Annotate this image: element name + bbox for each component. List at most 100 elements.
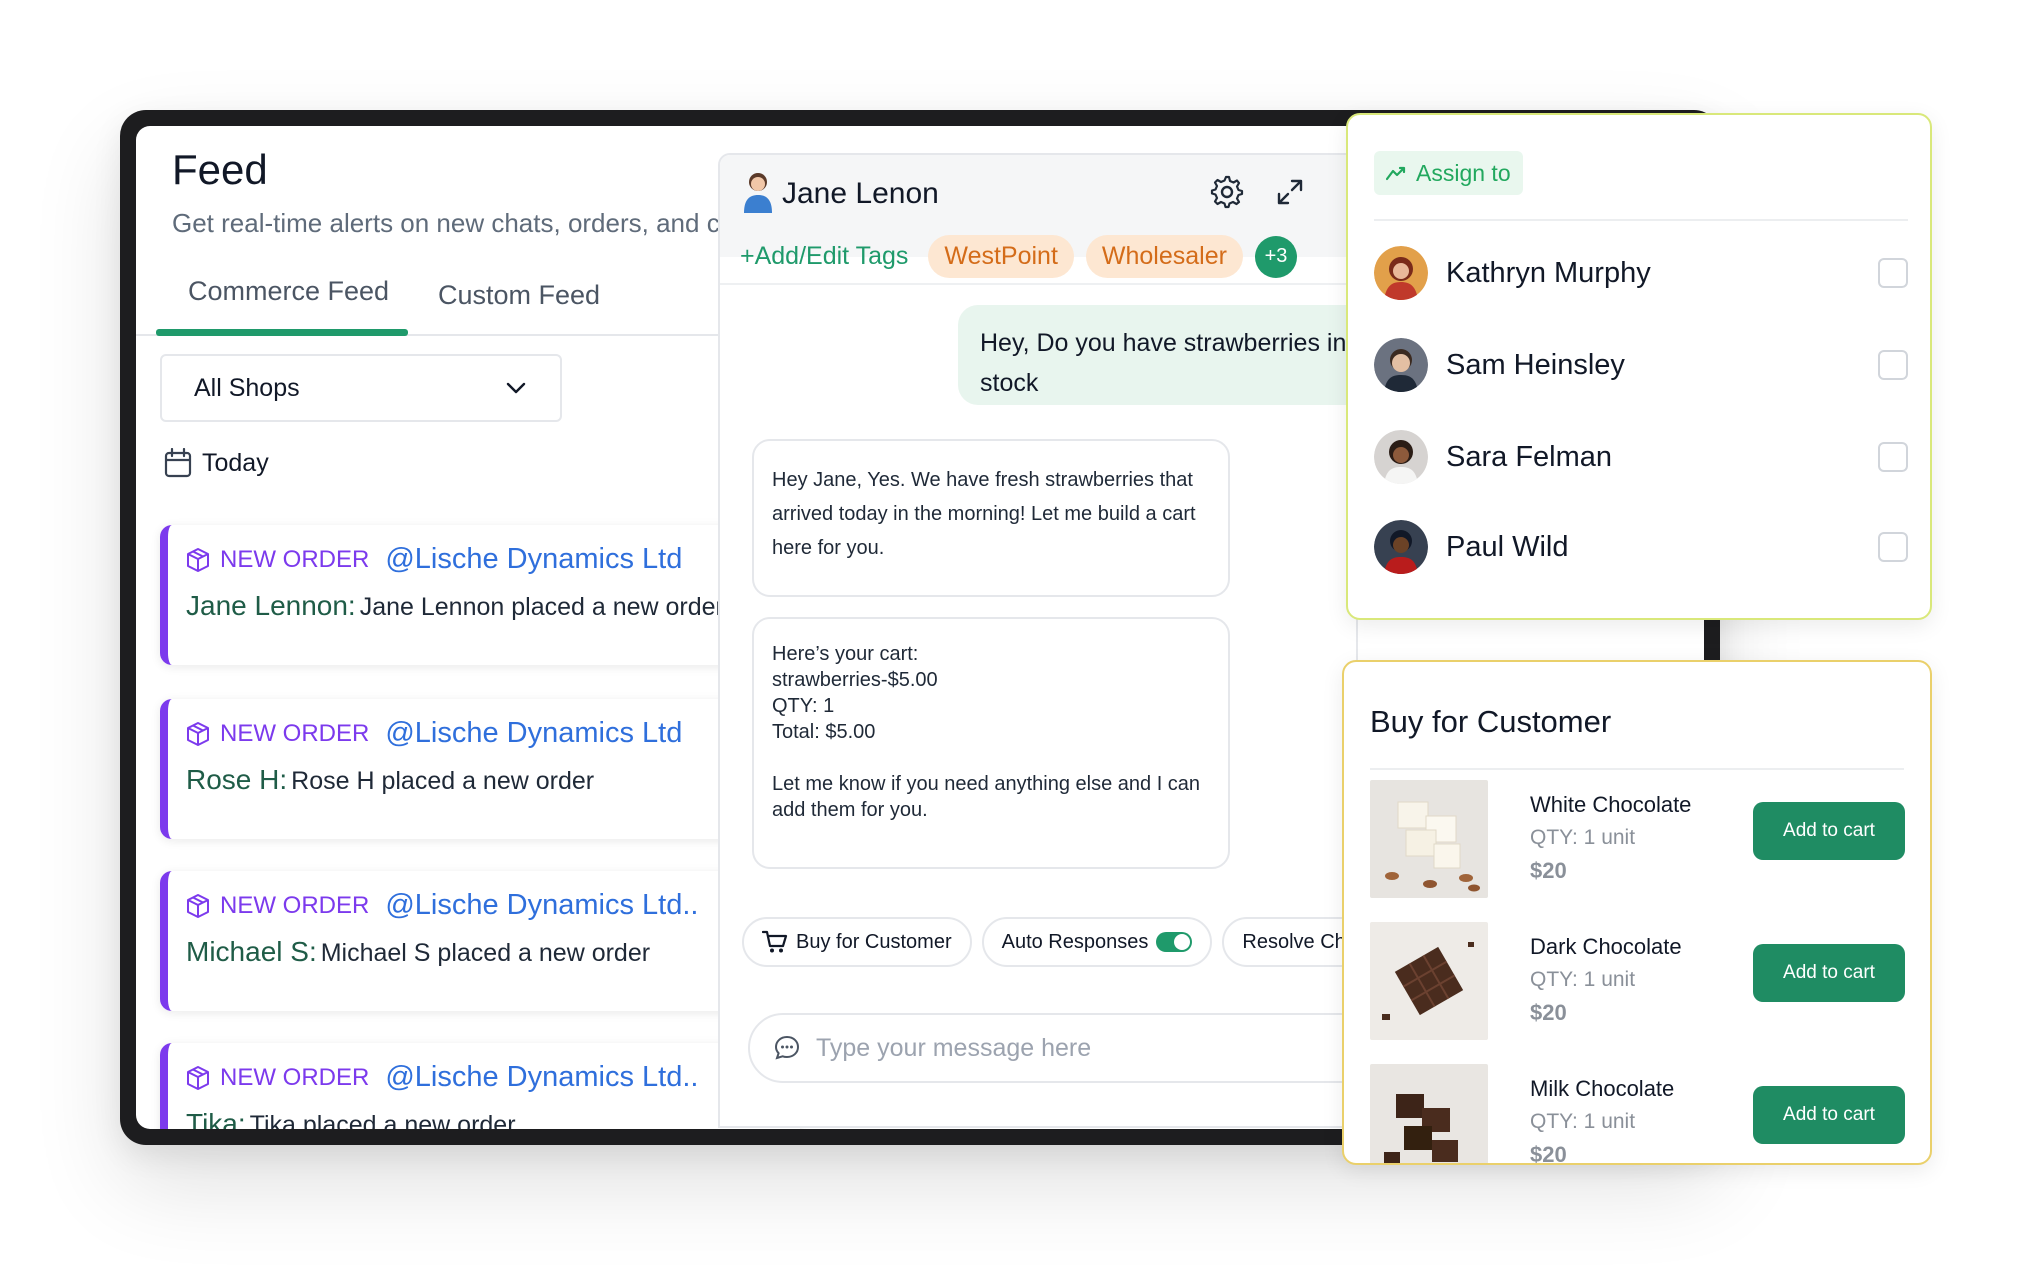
- assign-to-button[interactable]: Assign to: [1374, 151, 1523, 195]
- assignee-row[interactable]: Paul Wild: [1374, 519, 1908, 575]
- order-type-label: NEW ORDER: [220, 891, 370, 919]
- auto-responses-toggle[interactable]: [1156, 932, 1193, 952]
- product-info: Milk Chocolate QTY: 1 unit $20: [1530, 1076, 1674, 1165]
- cart-line: Total: $5.00: [772, 721, 876, 743]
- add-tags-button[interactable]: +Add/Edit Tags: [740, 242, 908, 271]
- shop-link[interactable]: @Lische Dynamics Ltd..: [385, 1061, 698, 1094]
- card-text: Jane Lennon placed a new order: [359, 593, 724, 621]
- cart-line: strawberries-$5.00: [772, 669, 938, 691]
- buy-panel-title: Buy for Customer: [1370, 704, 1612, 739]
- order-type-label: NEW ORDER: [220, 719, 370, 747]
- customer-name: Rose H:: [186, 764, 288, 795]
- assignee-checkbox[interactable]: [1878, 258, 1908, 288]
- avatar: [1374, 520, 1428, 574]
- feed-card[interactable]: NEW ORDER @Lische Dynamics Ltd.. Michael…: [160, 871, 800, 1011]
- buy-divider: [1370, 768, 1904, 770]
- tag-westpoint[interactable]: WestPoint: [928, 235, 1074, 278]
- expand-icon[interactable]: [1275, 177, 1305, 207]
- card-header: NEW ORDER @Lische Dynamics Ltd: [186, 543, 800, 576]
- feed-card[interactable]: NEW ORDER @Lische Dynamics Ltd Rose H: Ro…: [160, 699, 800, 839]
- avatar: [1374, 338, 1428, 392]
- shop-select[interactable]: All Shops: [160, 354, 562, 422]
- assign-panel: Assign to Kathryn Murphy Sam Heinsley Sa…: [1346, 113, 1932, 620]
- card-body: Rose H: Rose H placed a new order: [186, 764, 800, 796]
- add-to-cart-button[interactable]: Add to cart: [1753, 1086, 1905, 1144]
- product-row: White Chocolate QTY: 1 unit $20 Add to c…: [1370, 780, 1910, 898]
- tag-wholesaler[interactable]: Wholesaler: [1085, 235, 1243, 278]
- assignee-checkbox[interactable]: [1878, 442, 1908, 472]
- product-info: White Chocolate QTY: 1 unit $20: [1530, 792, 1691, 884]
- product-price: $20: [1530, 1142, 1567, 1165]
- date-group: Today: [164, 448, 269, 478]
- product-row: Milk Chocolate QTY: 1 unit $20 Add to ca…: [1370, 1064, 1910, 1165]
- outgoing-message: Hey, Do you have strawberries in stock: [958, 305, 1356, 405]
- product-price: $20: [1530, 1000, 1567, 1025]
- feed-card[interactable]: NEW ORDER @Lische Dynamics Ltd Jane Lenn…: [160, 525, 800, 665]
- order-type-label: NEW ORDER: [220, 545, 370, 573]
- white-chocolate-image: [1370, 780, 1488, 898]
- buy-for-customer-button[interactable]: Buy for Customer: [742, 917, 972, 967]
- assignee-checkbox[interactable]: [1878, 532, 1908, 562]
- cart-line: QTY: 1: [772, 695, 835, 717]
- card-body: Michael S: Michael S placed a new order: [186, 936, 800, 968]
- product-qty: QTY: 1 unit: [1530, 826, 1636, 849]
- product-row: Dark Chocolate QTY: 1 unit $20 Add to ca…: [1370, 922, 1910, 1040]
- card-header: NEW ORDER @Lische Dynamics Ltd..: [186, 1061, 800, 1094]
- card-header: NEW ORDER @Lische Dynamics Ltd: [186, 717, 800, 750]
- trend-icon: [1386, 166, 1406, 181]
- assignee-checkbox[interactable]: [1878, 350, 1908, 380]
- auto-responses-button[interactable]: Auto Responses: [981, 917, 1213, 967]
- calendar-icon: [164, 448, 192, 478]
- chevron-down-icon: [506, 382, 526, 394]
- assignee-name: Sam Heinsley: [1446, 348, 1625, 381]
- package-icon: [187, 893, 209, 918]
- message-placeholder: Type your message here: [816, 1033, 1092, 1062]
- shop-select-value: All Shops: [194, 373, 300, 402]
- tab-custom-feed[interactable]: Custom Feed: [438, 280, 600, 311]
- assign-divider: [1374, 219, 1908, 221]
- assignee-name: Sara Felman: [1446, 440, 1613, 473]
- cart-line: Here’s your cart:: [772, 643, 919, 665]
- product-qty: QTY: 1 unit: [1530, 1110, 1636, 1133]
- date-label: Today: [202, 448, 269, 477]
- package-icon: [187, 1065, 209, 1090]
- card-header: NEW ORDER @Lische Dynamics Ltd..: [186, 889, 800, 922]
- more-tags-badge[interactable]: +3: [1254, 235, 1297, 278]
- page-subtitle: Get real-time alerts on new chats, order…: [172, 208, 735, 238]
- add-to-cart-button[interactable]: Add to cart: [1753, 944, 1905, 1002]
- cart-message: Here’s your cart: strawberries-$5.00 QTY…: [752, 617, 1230, 869]
- chat-panel: Jane Lenon +Add/Edit Tags WestPoint Whol…: [718, 153, 1358, 1128]
- assignee-name: Paul Wild: [1446, 530, 1569, 563]
- card-body: Jane Lennon: Jane Lennon placed a new ord…: [186, 590, 800, 622]
- auto-responses-label: Auto Responses: [1001, 930, 1149, 953]
- assignee-row[interactable]: Sara Felman: [1374, 429, 1908, 485]
- resolve-chat-button[interactable]: Resolve Chat: [1222, 917, 1356, 967]
- assign-to-label: Assign to: [1416, 159, 1511, 186]
- avatar: [1374, 430, 1428, 484]
- tags-row: +Add/Edit Tags WestPoint Wholesaler +3: [740, 235, 1297, 278]
- customer-name: Tika:: [186, 1108, 246, 1129]
- add-to-cart-button[interactable]: Add to cart: [1753, 802, 1905, 860]
- product-info: Dark Chocolate QTY: 1 unit $20: [1530, 934, 1682, 1026]
- gear-icon[interactable]: [1210, 175, 1244, 209]
- cart-line: Let me know if you need anything else an…: [772, 773, 1201, 821]
- assignee-row[interactable]: Kathryn Murphy: [1374, 245, 1908, 301]
- cart-spacer: [772, 745, 1210, 771]
- active-tab-indicator: [156, 329, 408, 336]
- chat-bubble-icon: [774, 1035, 800, 1060]
- contact-name: Jane Lenon: [782, 177, 939, 210]
- shop-link[interactable]: @Lische Dynamics Ltd..: [385, 889, 698, 922]
- assignee-name: Kathryn Murphy: [1446, 256, 1651, 289]
- contact-avatar: [744, 173, 772, 213]
- incoming-message: Hey Jane, Yes. We have fresh strawberrie…: [752, 439, 1230, 597]
- product-price: $20: [1530, 858, 1567, 883]
- card-body: Tika: Tika placed a new order: [186, 1108, 800, 1129]
- message-input[interactable]: Type your message here: [748, 1013, 1356, 1083]
- tab-commerce-feed[interactable]: Commerce Feed: [188, 276, 389, 307]
- assignee-row[interactable]: Sam Heinsley: [1374, 337, 1908, 393]
- shop-link[interactable]: @Lische Dynamics Ltd: [385, 543, 682, 576]
- feed-card[interactable]: NEW ORDER @Lische Dynamics Ltd.. Tika: Ti…: [160, 1043, 800, 1129]
- buy-for-customer-panel: Buy for Customer White Chocolate QTY: 1 …: [1342, 660, 1932, 1165]
- shop-link[interactable]: @Lische Dynamics Ltd: [385, 717, 682, 750]
- product-qty: QTY: 1 unit: [1530, 968, 1636, 991]
